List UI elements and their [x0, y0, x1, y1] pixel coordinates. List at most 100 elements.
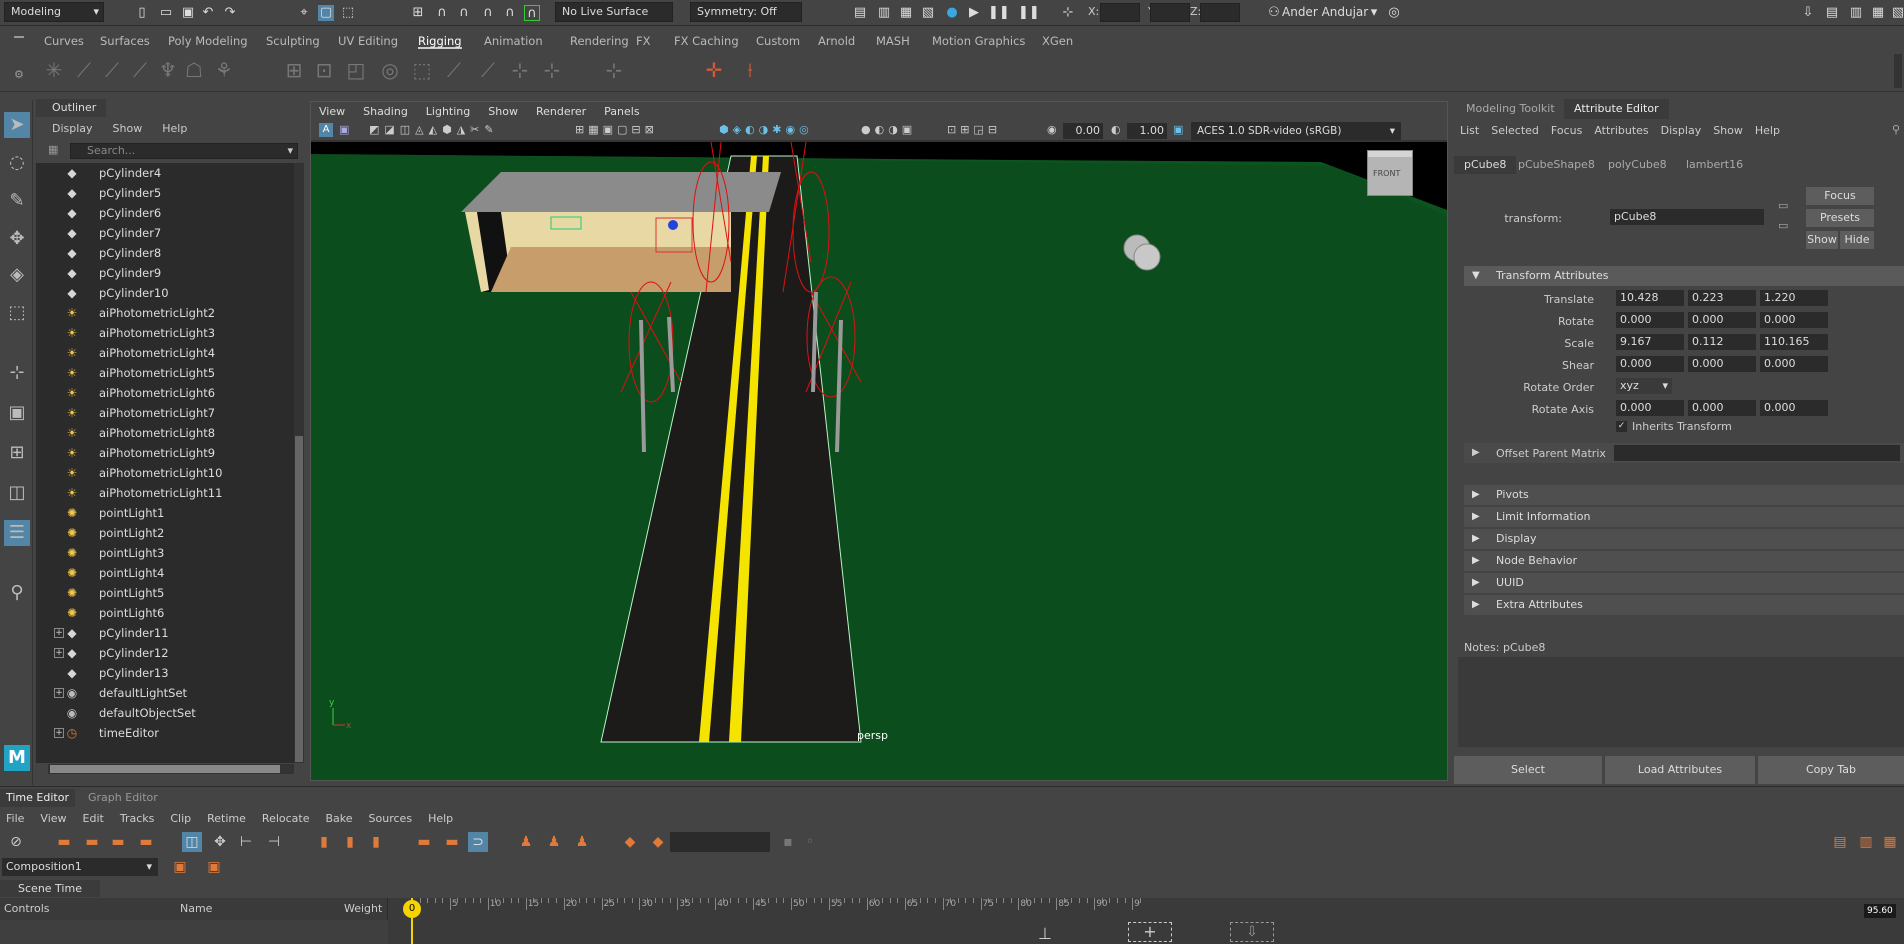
ipr-render-icon[interactable]: ▦ — [898, 5, 914, 21]
symmetry-menu[interactable]: Symmetry: Off — [690, 2, 802, 22]
blend-icon[interactable]: ▬ — [442, 832, 462, 852]
focus-button[interactable]: Focus — [1806, 187, 1874, 205]
viewport-menu-panels[interactable]: Panels — [604, 102, 639, 121]
outliner-item[interactable]: ☀ aiPhotometricLight6 — [36, 383, 294, 403]
arnold-ipr-icon[interactable]: ▶ — [966, 5, 982, 21]
render-settings-icon[interactable]: ▧ — [920, 5, 936, 21]
copy-tab-button[interactable]: Copy Tab — [1758, 756, 1904, 784]
outliner-item[interactable]: ☀ aiPhotometricLight5 — [36, 363, 294, 383]
outliner-scrollbar[interactable] — [294, 163, 304, 763]
snap-surface-icon[interactable]: ∩ — [502, 5, 518, 21]
hide-button[interactable]: Hide — [1840, 231, 1874, 249]
outliner-item[interactable]: ✺ pointLight6 — [36, 603, 294, 623]
snap-curve-icon[interactable]: ∩ — [434, 5, 450, 21]
tab-modeling-toolkit[interactable]: Modeling Toolkit — [1456, 99, 1565, 119]
scene-time-tab[interactable]: Scene Time — [0, 880, 100, 897]
curve-icon[interactable]: ◦ — [800, 832, 820, 852]
render-frame-icon[interactable]: ▥ — [876, 5, 892, 21]
node-tab-lambert16[interactable]: lambert16 — [1676, 156, 1753, 174]
layout-icon-1[interactable]: ▤ — [1830, 832, 1850, 852]
outliner-item[interactable]: ✺ pointLight5 — [36, 583, 294, 603]
outliner-item[interactable]: ✺ pointLight4 — [36, 563, 294, 583]
outliner-item[interactable]: ☀ aiPhotometricLight2 — [36, 303, 294, 323]
attr-menu-show[interactable]: Show — [1713, 124, 1743, 137]
rotate-y-field[interactable]: 0.000 — [1688, 312, 1756, 328]
current-frame-badge[interactable]: 0 — [403, 900, 421, 918]
outliner-item[interactable]: ◆ pCylinder5 — [36, 183, 294, 203]
expand-icon[interactable]: + — [54, 728, 64, 738]
attr-menu-attributes[interactable]: Attributes — [1594, 124, 1648, 137]
chevron-down-icon[interactable]: ▾ — [1366, 5, 1382, 21]
mute-icon[interactable]: ⊘ — [6, 832, 26, 852]
shear-y-field[interactable]: 0.000 — [1688, 356, 1756, 372]
select-button[interactable]: Select — [1454, 756, 1602, 784]
outliner-item[interactable]: ☀ aiPhotometricLight11 — [36, 483, 294, 503]
search-icon[interactable]: ⚲ — [4, 580, 30, 606]
bookmark-icon[interactable]: ▣ — [339, 123, 349, 136]
arnold-render-icon[interactable]: ● — [944, 5, 960, 21]
remove-character-icon[interactable]: ♟ — [572, 832, 592, 852]
outliner-item[interactable]: + ◆ pCylinder12 — [36, 643, 294, 663]
composition-select[interactable]: Composition1 ▾ — [2, 858, 158, 876]
timing-mode-icon[interactable]: ◫ — [182, 832, 202, 852]
load-attributes-button[interactable]: Load Attributes — [1605, 756, 1755, 784]
arnold-stop-icon[interactable]: ❚❚ — [988, 5, 1010, 21]
expand-icon[interactable]: + — [54, 628, 64, 638]
scale-constraint-icon[interactable]: ⬚ — [410, 58, 434, 82]
outliner-layout-icon[interactable]: ☰ — [4, 520, 30, 546]
tab-graph-editor[interactable]: Graph Editor — [82, 789, 164, 807]
new-composition-icon[interactable]: ▣ — [170, 857, 190, 877]
shelf-tab-uv-editing[interactable]: UV Editing — [338, 33, 398, 49]
te-menu-view[interactable]: View — [40, 812, 66, 825]
outliner-hscrollbar[interactable] — [48, 764, 294, 774]
locator-icon[interactable]: ✛ — [702, 58, 726, 82]
outliner-item[interactable]: ◆ pCylinder4 — [36, 163, 294, 183]
create-audio-icon[interactable]: ▬ — [82, 832, 102, 852]
section-pivots[interactable]: ▶ Pivots — [1464, 485, 1904, 505]
undo-icon[interactable]: ↶ — [200, 5, 216, 21]
section-transform-attributes[interactable]: ▼ Transform Attributes — [1464, 266, 1904, 286]
select-hierarchy-icon[interactable]: ⌖ — [296, 5, 312, 21]
scale-y-field[interactable]: 0.112 — [1688, 334, 1756, 350]
notes-textarea[interactable] — [1458, 657, 1904, 747]
outliner-item[interactable]: ✺ pointLight1 — [36, 503, 294, 523]
shelf-settings-icon[interactable]: ⚙ — [14, 68, 24, 81]
shelf-tab-arnold[interactable]: Arnold — [818, 33, 855, 49]
ik-spline-icon[interactable]: ⟋ — [100, 58, 124, 82]
outliner-menu-show[interactable]: Show — [113, 122, 143, 135]
translate-x-field[interactable]: 10.428 — [1616, 290, 1684, 306]
shear-z-field[interactable]: 0.000 — [1760, 356, 1828, 372]
te-menu-tracks[interactable]: Tracks — [120, 812, 155, 825]
snap-icon[interactable]: ⊃ — [468, 832, 488, 852]
tab-attribute-editor[interactable]: Attribute Editor — [1564, 99, 1669, 119]
x-input[interactable] — [1100, 3, 1140, 22]
sculpt-deformer-icon[interactable]: ⟊ — [738, 58, 762, 82]
open-scene-icon[interactable]: ▭ — [158, 5, 174, 21]
save-scene-icon[interactable]: ▣ — [180, 5, 196, 21]
duplicate-composition-icon[interactable]: ▣ — [204, 857, 224, 877]
tab-time-editor[interactable]: Time Editor — [0, 789, 75, 807]
shelf-tab-fx-caching[interactable]: FX Caching — [674, 33, 739, 49]
attr-menu-focus[interactable]: Focus — [1551, 124, 1582, 137]
drop-clip-icon[interactable]: ⇩ — [1230, 922, 1274, 942]
add-track-icon[interactable]: + — [1128, 922, 1172, 942]
viewcube[interactable]: FRONT — [1363, 142, 1413, 198]
shelf-tab-sculpting[interactable]: Sculpting — [266, 33, 320, 49]
filter-icon[interactable]: ▦ — [48, 143, 58, 156]
shelf-tab-rigging[interactable]: Rigging — [418, 33, 462, 49]
camera-attributes-icon[interactable]: A — [319, 123, 333, 137]
node-tab-polycube8[interactable]: polyCube8 — [1598, 156, 1677, 174]
rotate-x-field[interactable]: 0.000 — [1616, 312, 1684, 328]
show-button[interactable]: Show — [1806, 231, 1838, 249]
create-group-icon[interactable]: ▬ — [136, 832, 156, 852]
outliner-item[interactable]: ◆ pCylinder13 — [36, 663, 294, 683]
viewport-menu-renderer[interactable]: Renderer — [536, 102, 586, 121]
outliner-item[interactable]: ☀ aiPhotometricLight9 — [36, 443, 294, 463]
key-2-icon[interactable]: ◆ — [648, 832, 668, 852]
rotate-z-field[interactable]: 0.000 — [1760, 312, 1828, 328]
layout-icon-3[interactable]: ▦ — [1880, 832, 1900, 852]
viewport-menu-lighting[interactable]: Lighting — [426, 102, 470, 121]
crossfade-icon[interactable]: ▬ — [414, 832, 434, 852]
smooth-bind-icon[interactable]: ⟋ — [128, 58, 152, 82]
select-tool-icon[interactable]: ➤ — [4, 112, 30, 138]
